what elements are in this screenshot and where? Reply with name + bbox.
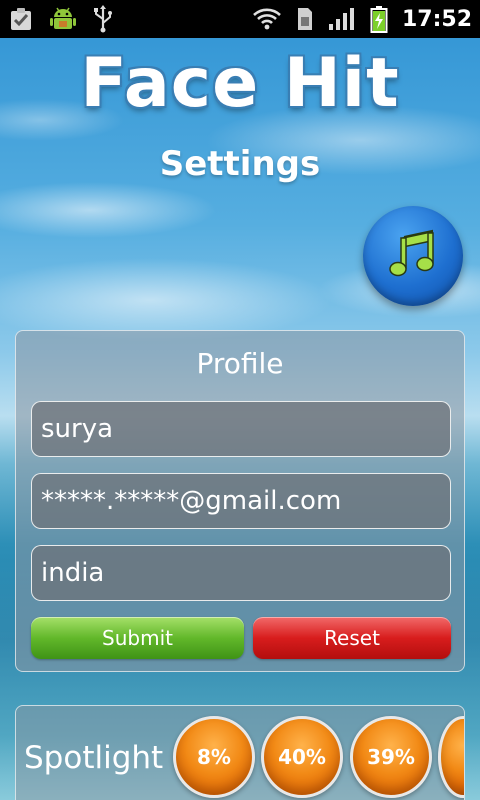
page-subtitle: Settings <box>159 144 321 184</box>
sim-card-icon <box>296 7 314 31</box>
submit-button[interactable]: Submit <box>31 617 244 659</box>
spotlight-panel: Spotlight 8% 40% 39% <box>15 705 465 800</box>
reset-button[interactable]: Reset <box>253 617 451 659</box>
wifi-icon <box>252 7 282 31</box>
profile-title: Profile <box>196 347 284 380</box>
status-bar-right: 17:52 <box>252 5 472 33</box>
spotlight-item[interactable]: 40% <box>261 716 343 798</box>
name-field[interactable]: surya <box>31 401 451 457</box>
usb-icon <box>92 5 114 33</box>
spotlight-item[interactable]: 8% <box>173 716 255 798</box>
signal-bars-icon <box>328 7 356 31</box>
music-note-icon <box>384 225 442 287</box>
music-toggle-button[interactable] <box>363 206 463 306</box>
app-title: Face Hit <box>80 44 400 123</box>
status-clock: 17:52 <box>401 6 472 32</box>
status-bar: 17:52 <box>0 0 480 38</box>
spotlight-item-partial[interactable] <box>438 716 464 798</box>
spotlight-label: Spotlight <box>24 740 164 776</box>
email-field[interactable]: *****.*****@gmail.com <box>31 473 451 529</box>
spotlight-item[interactable]: 39% <box>350 716 432 798</box>
battery-charging-icon <box>370 5 388 33</box>
profile-panel: Profile surya *****.*****@gmail.com indi… <box>15 330 465 672</box>
task-check-icon <box>8 6 34 32</box>
status-bar-left <box>8 4 114 34</box>
android-icon <box>48 4 78 34</box>
country-field[interactable]: india <box>31 545 451 601</box>
